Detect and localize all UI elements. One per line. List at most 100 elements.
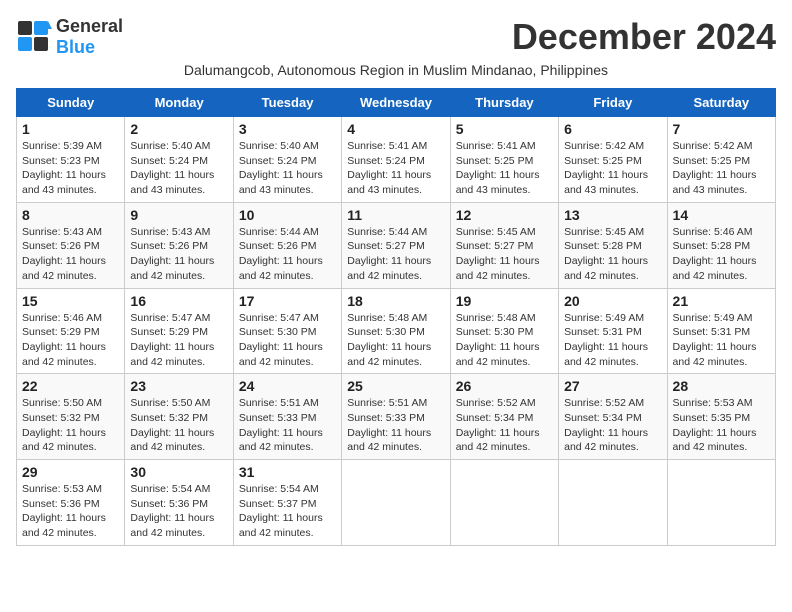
calendar-week-row: 29 Sunrise: 5:53 AMSunset: 5:36 PMDaylig…	[17, 460, 776, 546]
day-info: Sunrise: 5:42 AMSunset: 5:25 PMDaylight:…	[564, 140, 648, 196]
day-info: Sunrise: 5:46 AMSunset: 5:28 PMDaylight:…	[673, 226, 757, 282]
calendar-cell: 6 Sunrise: 5:42 AMSunset: 5:25 PMDayligh…	[559, 117, 667, 203]
calendar-cell: 16 Sunrise: 5:47 AMSunset: 5:29 PMDaylig…	[125, 288, 233, 374]
day-number: 21	[673, 293, 770, 309]
calendar-cell: 28 Sunrise: 5:53 AMSunset: 5:35 PMDaylig…	[667, 374, 775, 460]
day-info: Sunrise: 5:47 AMSunset: 5:30 PMDaylight:…	[239, 312, 323, 368]
calendar-cell: 21 Sunrise: 5:49 AMSunset: 5:31 PMDaylig…	[667, 288, 775, 374]
day-number: 11	[347, 207, 444, 223]
day-info: Sunrise: 5:48 AMSunset: 5:30 PMDaylight:…	[347, 312, 431, 368]
day-header-monday: Monday	[125, 89, 233, 117]
day-number: 23	[130, 378, 227, 394]
day-number: 6	[564, 121, 661, 137]
calendar-cell	[667, 460, 775, 546]
calendar-cell: 25 Sunrise: 5:51 AMSunset: 5:33 PMDaylig…	[342, 374, 450, 460]
day-info: Sunrise: 5:53 AMSunset: 5:36 PMDaylight:…	[22, 483, 106, 539]
day-info: Sunrise: 5:46 AMSunset: 5:29 PMDaylight:…	[22, 312, 106, 368]
day-info: Sunrise: 5:44 AMSunset: 5:26 PMDaylight:…	[239, 226, 323, 282]
day-info: Sunrise: 5:54 AMSunset: 5:36 PMDaylight:…	[130, 483, 214, 539]
calendar-cell: 9 Sunrise: 5:43 AMSunset: 5:26 PMDayligh…	[125, 202, 233, 288]
day-info: Sunrise: 5:43 AMSunset: 5:26 PMDaylight:…	[130, 226, 214, 282]
day-number: 9	[130, 207, 227, 223]
day-info: Sunrise: 5:47 AMSunset: 5:29 PMDaylight:…	[130, 312, 214, 368]
calendar-table: SundayMondayTuesdayWednesdayThursdayFrid…	[16, 88, 776, 546]
calendar-cell: 27 Sunrise: 5:52 AMSunset: 5:34 PMDaylig…	[559, 374, 667, 460]
calendar-cell: 23 Sunrise: 5:50 AMSunset: 5:32 PMDaylig…	[125, 374, 233, 460]
calendar-cell: 31 Sunrise: 5:54 AMSunset: 5:37 PMDaylig…	[233, 460, 341, 546]
day-header-saturday: Saturday	[667, 89, 775, 117]
logo-blue: Blue	[56, 37, 95, 57]
day-number: 28	[673, 378, 770, 394]
day-info: Sunrise: 5:51 AMSunset: 5:33 PMDaylight:…	[239, 397, 323, 453]
calendar-cell: 17 Sunrise: 5:47 AMSunset: 5:30 PMDaylig…	[233, 288, 341, 374]
day-header-sunday: Sunday	[17, 89, 125, 117]
day-info: Sunrise: 5:54 AMSunset: 5:37 PMDaylight:…	[239, 483, 323, 539]
day-number: 24	[239, 378, 336, 394]
day-number: 22	[22, 378, 119, 394]
logo-icon	[16, 19, 52, 55]
calendar-cell: 13 Sunrise: 5:45 AMSunset: 5:28 PMDaylig…	[559, 202, 667, 288]
calendar-cell: 26 Sunrise: 5:52 AMSunset: 5:34 PMDaylig…	[450, 374, 558, 460]
day-info: Sunrise: 5:42 AMSunset: 5:25 PMDaylight:…	[673, 140, 757, 196]
calendar-cell: 1 Sunrise: 5:39 AMSunset: 5:23 PMDayligh…	[17, 117, 125, 203]
day-number: 25	[347, 378, 444, 394]
calendar-week-row: 1 Sunrise: 5:39 AMSunset: 5:23 PMDayligh…	[17, 117, 776, 203]
day-number: 17	[239, 293, 336, 309]
calendar-cell: 29 Sunrise: 5:53 AMSunset: 5:36 PMDaylig…	[17, 460, 125, 546]
day-info: Sunrise: 5:41 AMSunset: 5:24 PMDaylight:…	[347, 140, 431, 196]
day-number: 4	[347, 121, 444, 137]
calendar-cell: 3 Sunrise: 5:40 AMSunset: 5:24 PMDayligh…	[233, 117, 341, 203]
day-info: Sunrise: 5:40 AMSunset: 5:24 PMDaylight:…	[239, 140, 323, 196]
day-info: Sunrise: 5:50 AMSunset: 5:32 PMDaylight:…	[130, 397, 214, 453]
day-info: Sunrise: 5:45 AMSunset: 5:28 PMDaylight:…	[564, 226, 648, 282]
page-header: General Blue December 2024	[16, 16, 776, 58]
day-info: Sunrise: 5:49 AMSunset: 5:31 PMDaylight:…	[564, 312, 648, 368]
day-info: Sunrise: 5:51 AMSunset: 5:33 PMDaylight:…	[347, 397, 431, 453]
calendar-cell: 10 Sunrise: 5:44 AMSunset: 5:26 PMDaylig…	[233, 202, 341, 288]
day-info: Sunrise: 5:41 AMSunset: 5:25 PMDaylight:…	[456, 140, 540, 196]
calendar-cell: 2 Sunrise: 5:40 AMSunset: 5:24 PMDayligh…	[125, 117, 233, 203]
day-number: 5	[456, 121, 553, 137]
day-header-wednesday: Wednesday	[342, 89, 450, 117]
logo: General Blue	[16, 16, 123, 58]
day-info: Sunrise: 5:48 AMSunset: 5:30 PMDaylight:…	[456, 312, 540, 368]
calendar-cell: 22 Sunrise: 5:50 AMSunset: 5:32 PMDaylig…	[17, 374, 125, 460]
calendar-cell	[342, 460, 450, 546]
day-number: 2	[130, 121, 227, 137]
calendar-cell: 12 Sunrise: 5:45 AMSunset: 5:27 PMDaylig…	[450, 202, 558, 288]
calendar-cell: 30 Sunrise: 5:54 AMSunset: 5:36 PMDaylig…	[125, 460, 233, 546]
calendar-week-row: 22 Sunrise: 5:50 AMSunset: 5:32 PMDaylig…	[17, 374, 776, 460]
calendar-cell	[559, 460, 667, 546]
calendar-cell: 11 Sunrise: 5:44 AMSunset: 5:27 PMDaylig…	[342, 202, 450, 288]
logo-general: General	[56, 16, 123, 36]
calendar-week-row: 15 Sunrise: 5:46 AMSunset: 5:29 PMDaylig…	[17, 288, 776, 374]
day-info: Sunrise: 5:53 AMSunset: 5:35 PMDaylight:…	[673, 397, 757, 453]
calendar-cell: 14 Sunrise: 5:46 AMSunset: 5:28 PMDaylig…	[667, 202, 775, 288]
day-header-tuesday: Tuesday	[233, 89, 341, 117]
day-number: 18	[347, 293, 444, 309]
day-header-thursday: Thursday	[450, 89, 558, 117]
day-info: Sunrise: 5:45 AMSunset: 5:27 PMDaylight:…	[456, 226, 540, 282]
day-number: 3	[239, 121, 336, 137]
day-info: Sunrise: 5:52 AMSunset: 5:34 PMDaylight:…	[456, 397, 540, 453]
day-info: Sunrise: 5:40 AMSunset: 5:24 PMDaylight:…	[130, 140, 214, 196]
day-number: 12	[456, 207, 553, 223]
calendar-week-row: 8 Sunrise: 5:43 AMSunset: 5:26 PMDayligh…	[17, 202, 776, 288]
day-info: Sunrise: 5:52 AMSunset: 5:34 PMDaylight:…	[564, 397, 648, 453]
day-number: 31	[239, 464, 336, 480]
day-number: 8	[22, 207, 119, 223]
day-number: 26	[456, 378, 553, 394]
day-number: 13	[564, 207, 661, 223]
day-number: 19	[456, 293, 553, 309]
calendar-cell: 7 Sunrise: 5:42 AMSunset: 5:25 PMDayligh…	[667, 117, 775, 203]
day-number: 29	[22, 464, 119, 480]
day-info: Sunrise: 5:49 AMSunset: 5:31 PMDaylight:…	[673, 312, 757, 368]
day-number: 14	[673, 207, 770, 223]
day-header-friday: Friday	[559, 89, 667, 117]
calendar-cell	[450, 460, 558, 546]
calendar-cell: 20 Sunrise: 5:49 AMSunset: 5:31 PMDaylig…	[559, 288, 667, 374]
month-title: December 2024	[512, 16, 776, 58]
day-info: Sunrise: 5:50 AMSunset: 5:32 PMDaylight:…	[22, 397, 106, 453]
day-number: 16	[130, 293, 227, 309]
day-number: 20	[564, 293, 661, 309]
